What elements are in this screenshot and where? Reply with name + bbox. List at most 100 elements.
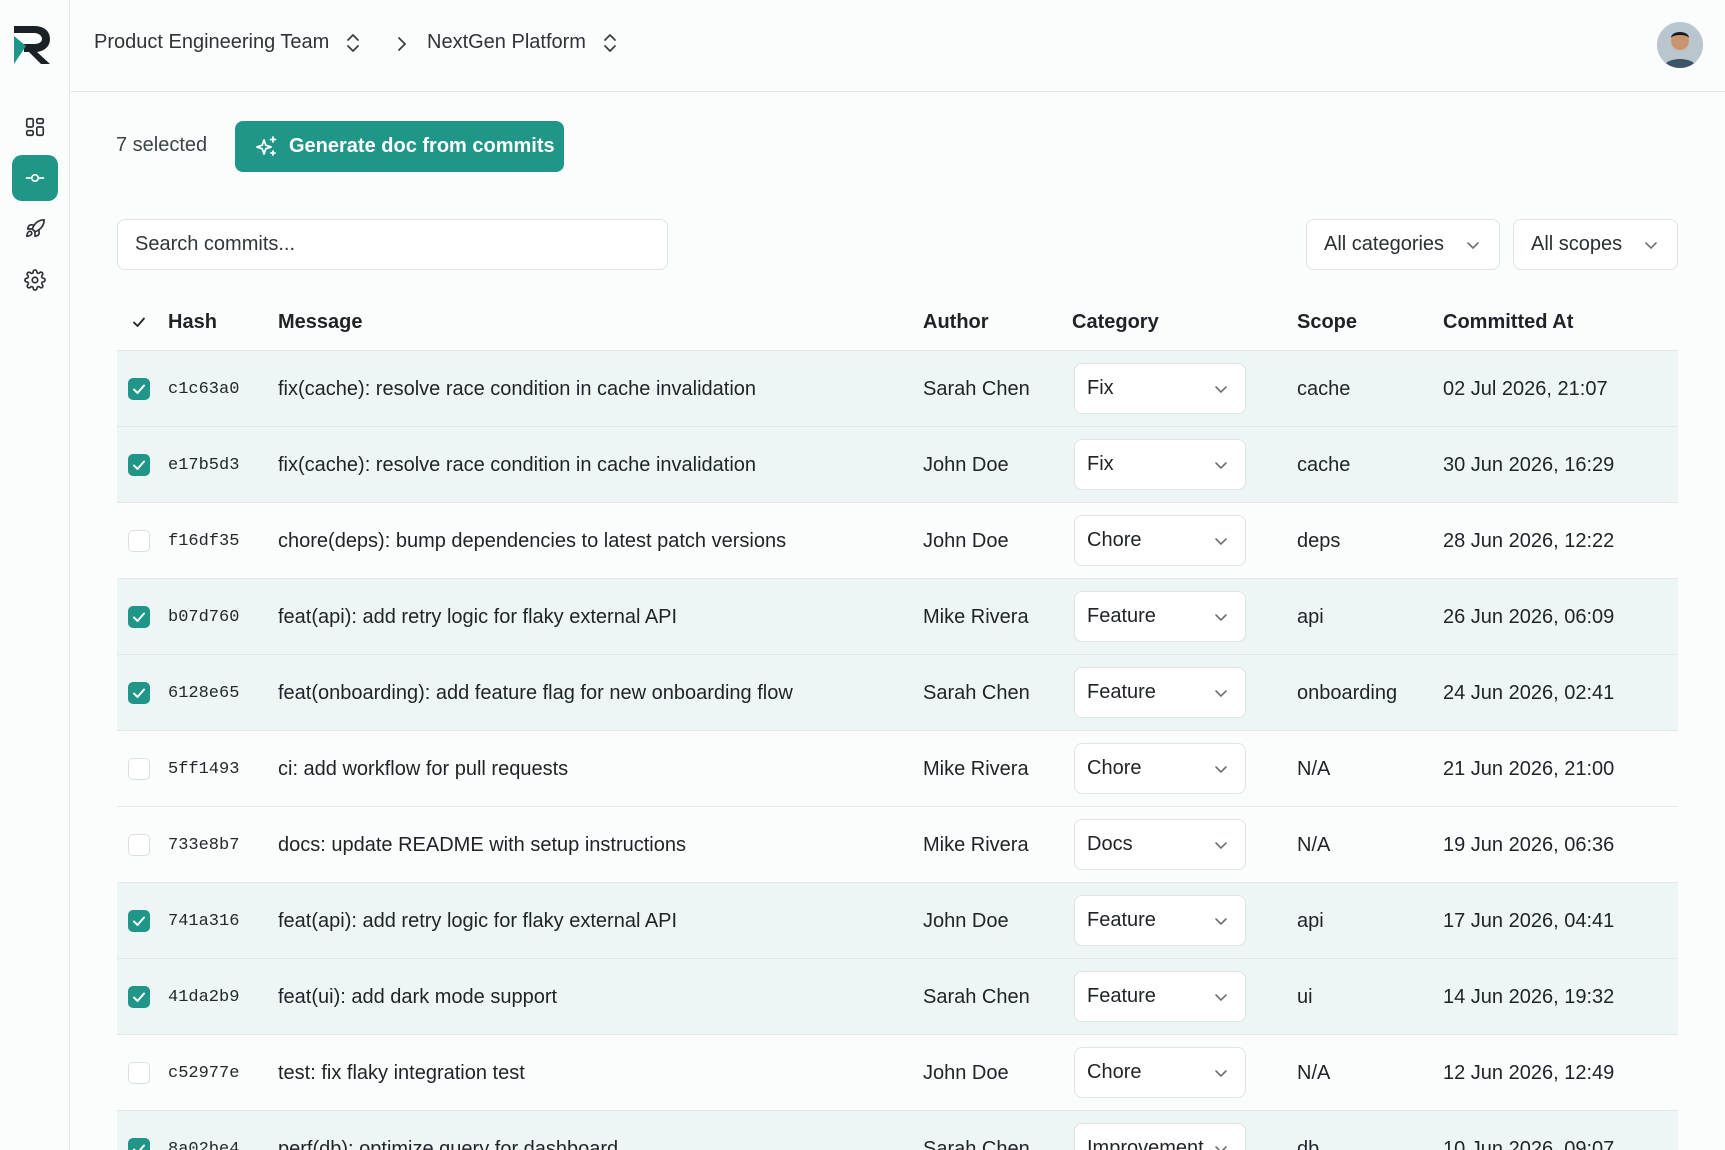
sidebar-item-dashboard[interactable] [12, 104, 58, 150]
row-checkbox[interactable] [128, 1062, 150, 1084]
commit-hash[interactable]: c1c63a0 [168, 380, 239, 399]
row-checkbox[interactable] [128, 910, 150, 932]
row-checkbox[interactable] [128, 378, 150, 400]
row-checkbox[interactable] [128, 1138, 150, 1150]
commit-hash[interactable]: c52977e [168, 1064, 239, 1083]
select-all-checkbox[interactable] [128, 311, 150, 333]
sidebar-item-commits[interactable] [12, 155, 58, 201]
header-hash: Hash [168, 311, 217, 333]
category-filter[interactable]: All categories [1306, 219, 1500, 270]
commit-hash[interactable]: f16df35 [168, 532, 239, 551]
row-checkbox[interactable] [128, 986, 150, 1008]
commit-hash[interactable]: 41da2b9 [168, 988, 239, 1007]
commit-hash[interactable]: b07d760 [168, 608, 239, 627]
table-row[interactable]: b07d760 feat(api): add retry logic for fl… [117, 579, 1678, 655]
team-switcher[interactable]: Product Engineering Team [94, 31, 361, 54]
table-row[interactable]: 741a316 feat(api): add retry logic for fl… [117, 883, 1678, 959]
category-select[interactable]: Chore [1074, 743, 1246, 794]
table-row[interactable]: 8a02be4 perf(db): optimize query for dash… [117, 1111, 1678, 1150]
commit-message: feat(ui): add dark mode support [278, 986, 558, 1008]
commit-message: fix(cache): resolve race condition in ca… [278, 378, 757, 400]
project-switcher[interactable]: NextGen Platform [427, 31, 618, 54]
selected-count: 7 selected [116, 134, 208, 156]
generate-doc-label: Generate doc from commits [289, 135, 555, 157]
row-checkbox[interactable] [128, 606, 150, 628]
commit-scope: api [1297, 910, 1324, 932]
commit-scope: db [1297, 1138, 1320, 1150]
row-checkbox[interactable] [128, 530, 150, 552]
chevron-down-icon [1215, 994, 1227, 1002]
app-logo[interactable] [12, 22, 56, 68]
commit-hash[interactable]: 6128e65 [168, 684, 239, 703]
commit-author: Sarah Chen [923, 682, 1030, 704]
header-author: Author [923, 311, 989, 333]
sidebar-item-releases[interactable] [12, 206, 58, 252]
commit-scope: N/A [1297, 834, 1331, 856]
search-input[interactable] [117, 219, 668, 270]
category-value: Chore [1087, 529, 1142, 551]
commit-hash[interactable]: 5ff1493 [168, 760, 239, 779]
commit-scope: N/A [1297, 1062, 1331, 1084]
commit-hash[interactable]: 733e8b7 [168, 836, 239, 855]
sidebar-item-settings[interactable] [12, 257, 58, 303]
category-value: Chore [1087, 757, 1142, 779]
chevron-right-icon [398, 37, 407, 51]
header-category: Category [1072, 311, 1159, 333]
row-checkbox[interactable] [128, 682, 150, 704]
commit-hash[interactable]: e17b5d3 [168, 456, 239, 475]
category-select[interactable]: Feature [1074, 591, 1246, 642]
commit-hash[interactable]: 8a02be4 [168, 1140, 239, 1150]
category-select[interactable]: Chore [1074, 515, 1246, 566]
check-icon [133, 612, 145, 622]
commit-scope: api [1297, 606, 1324, 628]
category-select[interactable]: Docs [1074, 819, 1246, 870]
commit-message: test: fix flaky integration test [278, 1062, 525, 1084]
category-select[interactable]: Chore [1074, 1047, 1246, 1098]
chevron-down-icon [1645, 242, 1657, 250]
commit-author: Sarah Chen [923, 986, 1030, 1008]
chevron-up-down-icon [347, 33, 360, 52]
commit-message: feat(api): add retry logic for flaky ext… [278, 910, 678, 932]
chevron-down-icon [1215, 918, 1227, 926]
category-select[interactable]: Improvement [1074, 1123, 1246, 1150]
category-value: Improvement [1087, 1137, 1204, 1150]
row-checkbox[interactable] [128, 758, 150, 780]
category-select[interactable]: Feature [1074, 895, 1246, 946]
commit-author: Mike Rivera [923, 834, 1029, 856]
row-checkbox[interactable] [128, 454, 150, 476]
header-committed-at: Committed At [1443, 311, 1574, 333]
chevron-down-icon [1215, 462, 1227, 470]
generate-doc-button[interactable]: Generate doc from commits [235, 121, 564, 172]
table-row[interactable]: 733e8b7 docs: update README with setup in… [117, 807, 1678, 883]
commit-author: Mike Rivera [923, 606, 1029, 628]
table-row[interactable]: c52977e test: fix flaky integration test J… [117, 1035, 1678, 1111]
commit-scope: onboarding [1297, 682, 1398, 704]
table-row[interactable]: c1c63a0 fix(cache): resolve race conditio… [117, 351, 1678, 427]
row-checkbox[interactable] [128, 834, 150, 856]
table-row[interactable]: f16df35 chore(deps): bump dependencies to… [117, 503, 1678, 579]
check-icon [133, 317, 145, 327]
chevron-down-icon [1215, 1146, 1227, 1150]
category-value: Chore [1087, 1061, 1142, 1083]
commit-message: docs: update README with setup instructi… [278, 834, 686, 856]
table-row[interactable]: 41da2b9 feat(ui): add dark mode support Sa… [117, 959, 1678, 1035]
category-select[interactable]: Feature [1074, 667, 1246, 718]
category-select[interactable]: Fix [1074, 363, 1246, 414]
category-select[interactable]: Feature [1074, 971, 1246, 1022]
check-icon [133, 992, 145, 1002]
category-select[interactable]: Fix [1074, 439, 1246, 490]
commit-date: 21 Jun 2026, 21:00 [1443, 758, 1615, 780]
commit-author: Mike Rivera [923, 758, 1029, 780]
user-avatar[interactable] [1657, 22, 1703, 68]
scope-filter[interactable]: All scopes [1513, 219, 1678, 270]
table-row[interactable]: 6128e65 feat(onboarding): add feature fla… [117, 655, 1678, 731]
commit-message: chore(deps): bump dependencies to latest… [278, 530, 787, 552]
commit-hash[interactable]: 741a316 [168, 912, 239, 931]
check-icon [133, 688, 145, 698]
chevron-down-icon [1215, 386, 1227, 394]
check-icon [133, 384, 145, 394]
table-row[interactable]: e17b5d3 fix(cache): resolve race conditio… [117, 427, 1678, 503]
header-scope: Scope [1297, 311, 1358, 333]
commit-message: fix(cache): resolve race condition in ca… [278, 454, 757, 476]
table-row[interactable]: 5ff1493 ci: add workflow for pull request… [117, 731, 1678, 807]
